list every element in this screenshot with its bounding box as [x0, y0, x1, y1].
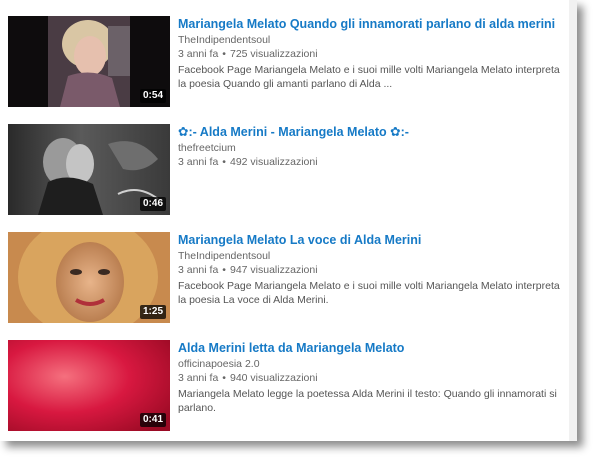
video-duration: 0:54 — [139, 89, 166, 103]
video-thumbnail[interactable]: 0:54 — [8, 16, 170, 107]
video-result[interactable]: 1:25 Mariangela Melato La voce di Alda M… — [8, 232, 568, 324]
search-results-panel: 0:54 Mariangela Melato Quando gli innamo… — [0, 0, 577, 441]
video-thumbnail[interactable]: 0:41 — [8, 340, 170, 431]
video-info: Mariangela Melato Quando gli innamorati … — [178, 16, 568, 91]
video-thumbnail[interactable]: 0:46 — [8, 124, 170, 215]
video-title-link[interactable]: Mariangela Melato Quando gli innamorati … — [178, 16, 568, 32]
view-count: 492 visualizzazioni — [229, 156, 318, 168]
video-title-link[interactable]: Alda Merini letta da Mariangela Melato — [178, 340, 568, 356]
upload-age: 3 anni fa — [178, 372, 219, 384]
meta-separator: • — [222, 48, 226, 60]
meta-separator: • — [222, 372, 226, 384]
channel-name-link[interactable]: thefreetcium — [178, 141, 568, 155]
video-meta: 3 anni fa • 725 visualizzazioni — [178, 47, 568, 61]
scrollbar[interactable] — [569, 0, 577, 441]
upload-age: 3 anni fa — [178, 48, 219, 60]
channel-name-link[interactable]: TheIndipendentsoul — [178, 249, 568, 263]
video-duration: 0:46 — [139, 197, 166, 211]
video-info: Alda Merini letta da Mariangela Melato o… — [178, 340, 568, 415]
video-thumbnail[interactable]: 1:25 — [8, 232, 170, 323]
video-meta: 3 anni fa • 947 visualizzazioni — [178, 263, 568, 277]
video-duration: 0:41 — [139, 413, 166, 427]
video-description: Facebook Page Mariangela Melato e i suoi… — [178, 280, 560, 306]
video-info: Mariangela Melato La voce di Alda Merini… — [178, 232, 568, 307]
video-description: Facebook Page Mariangela Melato e i suoi… — [178, 64, 560, 90]
view-count: 947 visualizzazioni — [229, 264, 318, 276]
video-description: Mariangela Melato legge la poetessa Alda… — [178, 388, 557, 414]
channel-name-link[interactable]: officinapoesia 2.0 — [178, 357, 568, 371]
view-count: 940 visualizzazioni — [229, 372, 318, 384]
video-result[interactable]: 0:46 ✿:- Alda Merini - Mariangela Melato… — [8, 124, 568, 216]
view-count: 725 visualizzazioni — [229, 48, 318, 60]
video-title-link[interactable]: Mariangela Melato La voce di Alda Merini — [178, 232, 568, 248]
video-meta: 3 anni fa • 492 visualizzazioni — [178, 155, 568, 169]
channel-name-link[interactable]: TheIndipendentsoul — [178, 33, 568, 47]
video-title-link[interactable]: ✿:- Alda Merini - Mariangela Melato ✿:- — [178, 124, 568, 140]
upload-age: 3 anni fa — [178, 156, 219, 168]
video-duration: 1:25 — [139, 305, 166, 319]
video-result[interactable]: 0:41 Alda Merini letta da Mariangela Mel… — [8, 340, 568, 432]
video-result[interactable]: 0:54 Mariangela Melato Quando gli innamo… — [8, 16, 568, 108]
video-meta: 3 anni fa • 940 visualizzazioni — [178, 371, 568, 385]
video-info: ✿:- Alda Merini - Mariangela Melato ✿:- … — [178, 124, 568, 171]
meta-separator: • — [222, 264, 226, 276]
upload-age: 3 anni fa — [178, 264, 219, 276]
meta-separator: • — [222, 156, 226, 168]
